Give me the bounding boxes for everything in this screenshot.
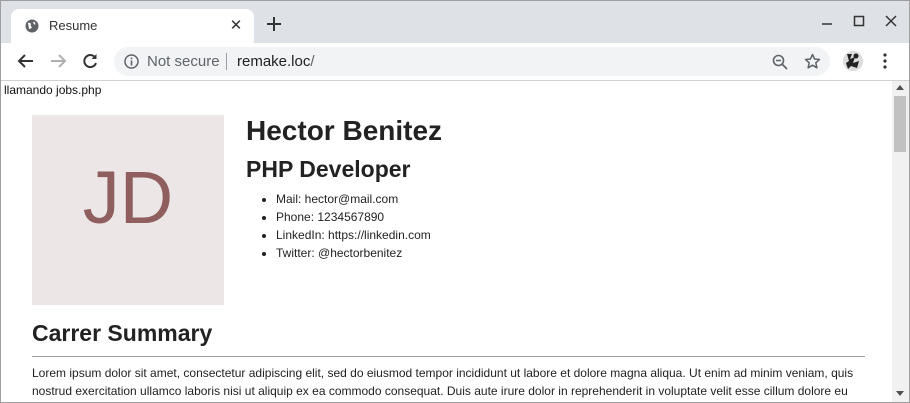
tab-bar: Resume ✕	[1, 1, 909, 43]
contact-linkedin: LinkedIn: https://linkedin.com	[276, 226, 431, 244]
resume-name: Hector Benitez	[246, 115, 443, 146]
url-path: /	[310, 53, 315, 70]
reload-icon[interactable]	[81, 52, 99, 70]
browser-window: Resume ✕ Not secure remake.loc/ llamando…	[0, 0, 910, 403]
security-label[interactable]: Not secure	[147, 53, 220, 70]
back-arrow-icon[interactable]	[17, 52, 35, 70]
contact-twitter: Twitter: @hectorbenitez	[276, 244, 431, 262]
forward-arrow-icon[interactable]	[49, 52, 67, 70]
maximize-icon[interactable]	[851, 13, 867, 29]
summary-paragraph: Lorem ipsum dolor sit amet, consectetur …	[32, 366, 854, 398]
kebab-menu-icon[interactable]	[878, 52, 892, 70]
info-icon[interactable]	[124, 54, 139, 69]
tab-title: Resume	[49, 18, 98, 33]
url-host: remake.loc	[237, 53, 311, 70]
minimize-icon[interactable]	[819, 13, 835, 29]
contact-list: Mail: hector@mail.com Phone: 1234567890 …	[246, 190, 431, 262]
toolbar: Not secure remake.loc/	[1, 43, 909, 81]
resume-role: PHP Developer	[246, 156, 411, 182]
url-text[interactable]: remake.loc/	[237, 53, 315, 70]
scroll-down-arrow-icon[interactable]	[896, 391, 904, 396]
contact-mail: Mail: hector@mail.com	[276, 190, 431, 208]
omnibox-separator	[226, 53, 227, 70]
summary-heading: Carrer Summary	[32, 320, 213, 346]
vertical-scrollbar[interactable]	[892, 81, 909, 402]
debug-output: llamando jobs.php	[4, 83, 102, 97]
photo-initials: JD	[82, 156, 174, 239]
scrollbar-thumb[interactable]	[894, 96, 906, 152]
star-icon[interactable]	[804, 53, 821, 70]
close-icon[interactable]: ✕	[227, 17, 245, 35]
globe-icon	[25, 19, 39, 33]
contact-phone: Phone: 1234567890	[276, 208, 431, 226]
page-viewport: llamando jobs.php JD Hector Benitez PHP …	[1, 81, 892, 402]
plus-icon[interactable]	[265, 15, 283, 33]
profile-photo: JD	[32, 115, 224, 305]
scroll-up-arrow-icon[interactable]	[896, 85, 904, 90]
window-close-icon[interactable]	[883, 13, 899, 29]
zoom-out-icon[interactable]	[772, 54, 788, 70]
address-bar[interactable]: Not secure remake.loc/	[114, 47, 830, 76]
profile-picture-icon	[843, 51, 863, 71]
section-divider	[32, 356, 865, 357]
avatar[interactable]	[843, 51, 863, 71]
tab-resume[interactable]: Resume ✕	[11, 9, 254, 43]
